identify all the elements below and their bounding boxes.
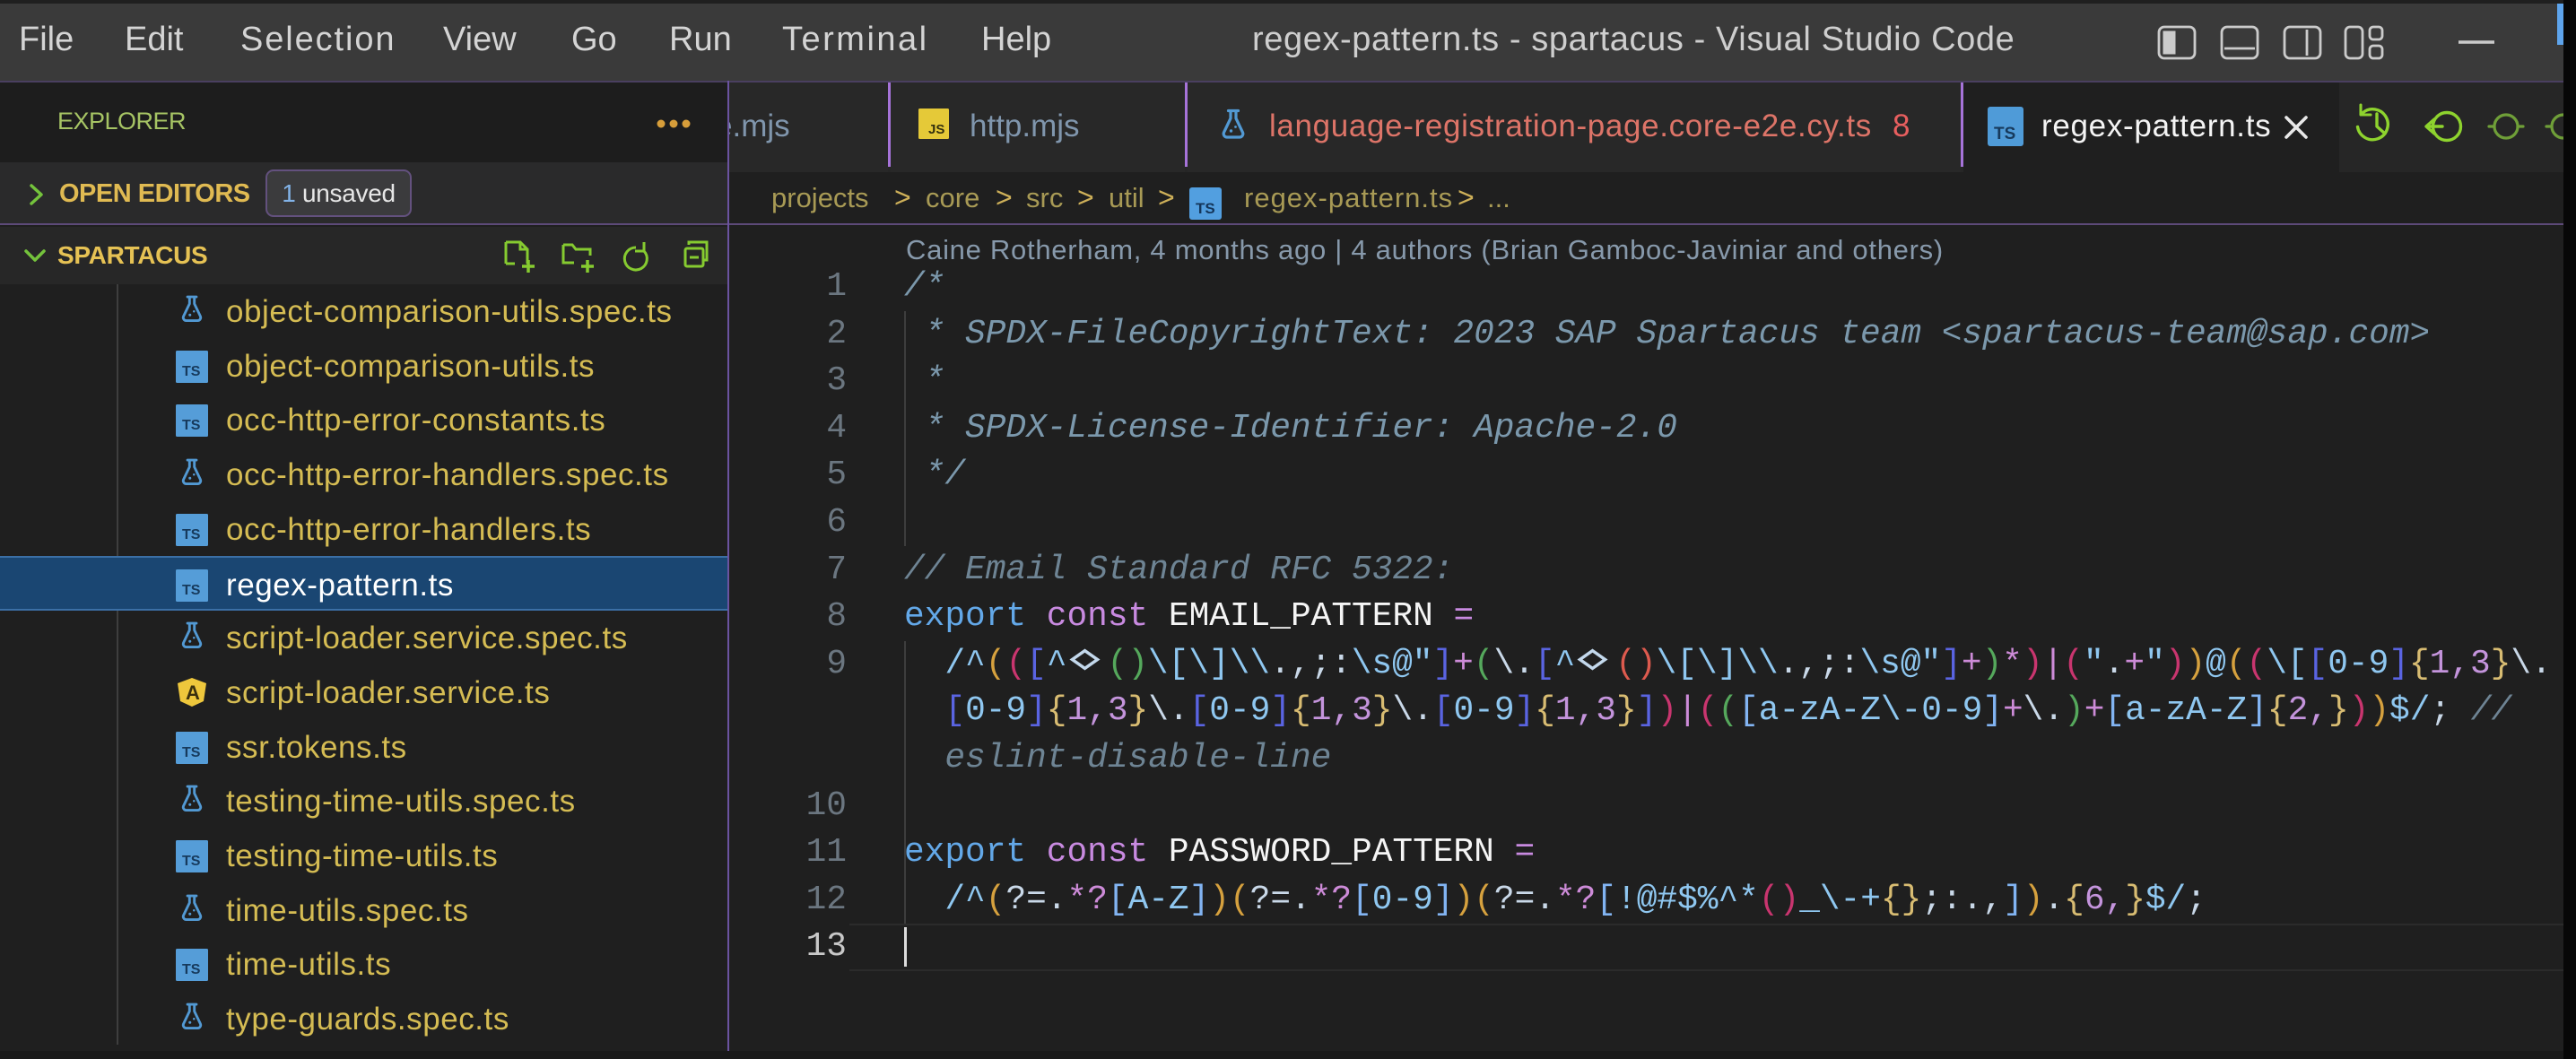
svg-text:TS: TS bbox=[182, 854, 201, 869]
svg-text:TS: TS bbox=[182, 583, 201, 598]
svg-text:TS: TS bbox=[182, 527, 201, 543]
svg-text:TS: TS bbox=[1994, 125, 2015, 143]
svg-text:TS: TS bbox=[182, 962, 201, 977]
svg-text:A: A bbox=[186, 681, 200, 704]
svg-text:TS: TS bbox=[182, 745, 201, 760]
svg-text:TS: TS bbox=[182, 418, 201, 433]
svg-text:JS: JS bbox=[928, 122, 944, 137]
svg-text:TS: TS bbox=[182, 364, 201, 379]
svg-text:TS: TS bbox=[1196, 200, 1215, 217]
